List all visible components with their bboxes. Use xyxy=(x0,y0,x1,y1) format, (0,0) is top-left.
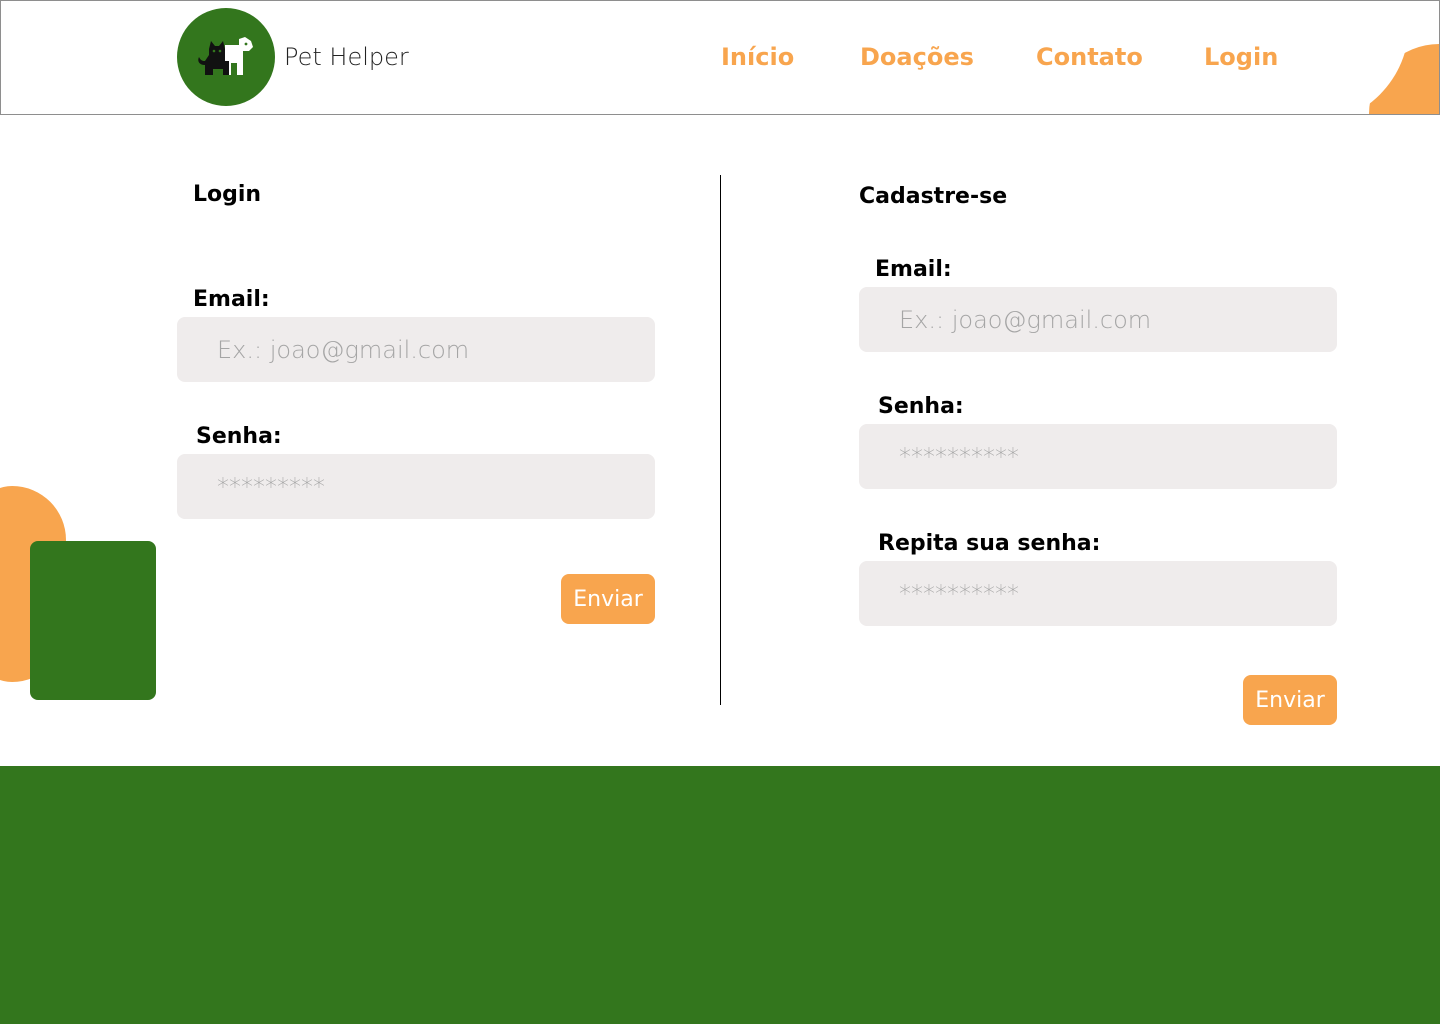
register-repeat-password-label: Repita sua senha: xyxy=(878,531,1101,556)
login-email-label: Email: xyxy=(193,287,270,312)
logo[interactable] xyxy=(177,8,275,106)
login-password-input[interactable] xyxy=(177,454,655,519)
register-repeat-password-input[interactable] xyxy=(859,561,1337,626)
brand-name: Pet Helper xyxy=(284,43,409,71)
nav-link-doacoes[interactable]: Doações xyxy=(860,43,974,71)
decor-green-shape xyxy=(30,541,156,700)
register-password-label: Senha: xyxy=(878,394,964,419)
register-password-input[interactable] xyxy=(859,424,1337,489)
register-email-label: Email: xyxy=(875,257,952,282)
nav-link-inicio[interactable]: Início xyxy=(721,43,794,71)
login-title: Login xyxy=(193,182,262,207)
login-submit-button[interactable]: Enviar xyxy=(561,574,655,624)
header-corner-mask-left xyxy=(1,1,161,114)
cat-dog-icon xyxy=(198,37,253,75)
site-footer xyxy=(0,766,1440,1024)
register-title: Cadastre-se xyxy=(859,184,1008,209)
nav-link-login[interactable]: Login xyxy=(1204,43,1278,71)
register-submit-button[interactable]: Enviar xyxy=(1243,675,1337,725)
nav-link-contato[interactable]: Contato xyxy=(1036,43,1143,71)
site-header: Pet Helper Início Doações Contato Login xyxy=(0,0,1440,115)
section-divider xyxy=(720,175,721,705)
login-password-label: Senha: xyxy=(196,424,282,449)
register-email-input[interactable] xyxy=(859,287,1337,352)
login-email-input[interactable] xyxy=(177,317,655,382)
